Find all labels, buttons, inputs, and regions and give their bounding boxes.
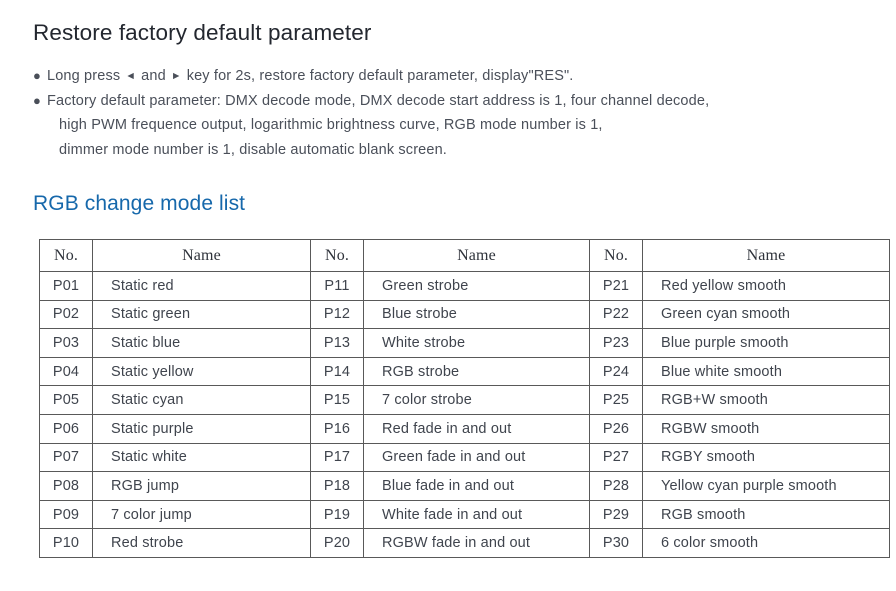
section-title-rgb-change-mode-list: RGB change mode list — [33, 192, 246, 215]
mode-name-cell: RGB smooth — [642, 499, 890, 530]
mode-number-cell: P13 — [310, 328, 364, 358]
mode-name-cell: RGBY smooth — [642, 442, 890, 473]
document-page: Restore factory default parameter ● Long … — [0, 0, 896, 591]
table-column-header: Name — [92, 239, 311, 272]
mode-number-cell: P12 — [310, 299, 364, 330]
mode-number-cell: P27 — [589, 442, 643, 473]
bullet-item: ● Factory default parameter: DMX decode m… — [33, 89, 853, 163]
mode-name-cell: Static red — [92, 271, 311, 301]
mode-number-cell: P21 — [589, 271, 643, 301]
mode-number-cell: P23 — [589, 328, 643, 358]
bullet-text-fragment: Long press — [47, 68, 125, 84]
table-row: P03 Static blue P13 White strobe P23 Blue pur… — [39, 328, 890, 358]
arrow-left-icon: ◄ — [125, 70, 136, 82]
mode-name-cell: Static cyan — [92, 385, 311, 415]
mode-number-cell: P29 — [589, 499, 643, 530]
bullet-text: Factory default parameter: DMX decode mo… — [47, 89, 853, 163]
bullet-item: ● Long press ◄ and ► key for 2s, restore … — [33, 64, 853, 89]
page-title: Restore factory default parameter — [33, 20, 372, 45]
table-column-header: Name — [642, 239, 890, 272]
mode-number-cell: P02 — [39, 299, 93, 330]
bullet-line: Factory default parameter: DMX decode mo… — [47, 92, 710, 109]
rgb-change-mode-table: No. Name No. Name No. Name P01 Static red P11 Gr… — [39, 239, 890, 558]
mode-name-cell: White strobe — [363, 328, 590, 358]
table-row: P08 RGB jump P18 Blue fade in and out P28 Yel… — [39, 471, 890, 501]
table-row: P05 Static cyan P15 7 color strobe P25 RGB+W … — [39, 385, 890, 415]
bullet-text-fragment: key for 2s, restore factory default para… — [182, 68, 574, 84]
mode-name-cell: RGB strobe — [363, 356, 590, 387]
mode-name-cell: 7 color strobe — [363, 385, 590, 415]
mode-name-cell: Static yellow — [92, 356, 311, 387]
table-column-header: No. — [589, 239, 643, 272]
mode-number-cell: P15 — [310, 385, 364, 415]
mode-number-cell: P06 — [39, 413, 93, 444]
mode-name-cell: Yellow cyan purple smooth — [642, 471, 890, 501]
mode-name-cell: Blue purple smooth — [642, 328, 890, 358]
mode-number-cell: P25 — [589, 385, 643, 415]
mode-number-cell: P09 — [39, 499, 93, 530]
mode-number-cell: P28 — [589, 471, 643, 501]
mode-number-cell: P18 — [310, 471, 364, 501]
mode-name-cell: 6 color smooth — [642, 528, 890, 558]
mode-name-cell: RGB+W smooth — [642, 385, 890, 415]
mode-number-cell: P08 — [39, 471, 93, 501]
mode-number-cell: P11 — [310, 271, 364, 301]
mode-number-cell: P07 — [39, 442, 93, 473]
mode-name-cell: Red fade in and out — [363, 413, 590, 444]
bullet-text: Long press ◄ and ► key for 2s, restore f… — [47, 64, 853, 89]
bullet-line: Long press ◄ and ► key for 2s, restore f… — [47, 64, 853, 89]
mode-name-cell: Blue white smooth — [642, 356, 890, 387]
mode-number-cell: P14 — [310, 356, 364, 387]
mode-name-cell: Green fade in and out — [363, 442, 590, 473]
mode-name-cell: Red strobe — [92, 528, 311, 558]
table-column-header: Name — [363, 239, 590, 272]
mode-name-cell: Static green — [92, 299, 311, 330]
mode-number-cell: P19 — [310, 499, 364, 530]
mode-name-cell: Blue fade in and out — [363, 471, 590, 501]
table-row: P09 7 color jump P19 White fade in and out P… — [39, 499, 890, 530]
factory-default-bullet-list: ● Long press ◄ and ► key for 2s, restore … — [33, 64, 853, 162]
mode-name-cell: Green cyan smooth — [642, 299, 890, 330]
mode-name-cell: RGBW smooth — [642, 413, 890, 444]
mode-number-cell: P05 — [39, 385, 93, 415]
mode-name-cell: RGBW fade in and out — [363, 528, 590, 558]
table-row: P02 Static green P12 Blue strobe P22 Green cy… — [39, 299, 890, 330]
mode-number-cell: P04 — [39, 356, 93, 387]
bullet-line: dimmer mode number is 1, disable automat… — [59, 141, 447, 158]
table-row: P06 Static purple P16 Red fade in and out P2… — [39, 413, 890, 444]
table-column-header: No. — [310, 239, 364, 272]
mode-number-cell: P01 — [39, 271, 93, 301]
table-body: P01 Static red P11 Green strobe P21 Red yello… — [39, 271, 890, 558]
mode-name-cell: Static white — [92, 442, 311, 473]
table-row: P04 Static yellow P14 RGB strobe P24 Blue whi… — [39, 356, 890, 387]
mode-number-cell: P22 — [589, 299, 643, 330]
mode-number-cell: P03 — [39, 328, 93, 358]
table-row: P01 Static red P11 Green strobe P21 Red yello… — [39, 271, 890, 301]
mode-name-cell: White fade in and out — [363, 499, 590, 530]
mode-name-cell: Static purple — [92, 413, 311, 444]
mode-number-cell: P20 — [310, 528, 364, 558]
bullet-text-fragment: and — [136, 68, 170, 84]
mode-name-cell: 7 color jump — [92, 499, 311, 530]
table-column-header: No. — [39, 239, 93, 272]
mode-number-cell: P24 — [589, 356, 643, 387]
mode-name-cell: Static blue — [92, 328, 311, 358]
bullet-line: high PWM frequence output, logarithmic b… — [59, 117, 603, 133]
table-row: P07 Static white P17 Green fade in and out P… — [39, 442, 890, 473]
mode-number-cell: P10 — [39, 528, 93, 558]
bullet-dot-icon: ● — [33, 68, 42, 83]
bullet-dot-icon: ● — [33, 92, 42, 108]
mode-name-cell: Blue strobe — [363, 299, 590, 330]
mode-number-cell: P26 — [589, 413, 643, 444]
table-row: P10 Red strobe P20 RGBW fade in and out P30 6… — [39, 528, 890, 558]
mode-number-cell: P16 — [310, 413, 364, 444]
arrow-right-icon: ► — [170, 70, 182, 82]
table-header: No. Name No. Name No. Name — [39, 239, 890, 272]
mode-number-cell: P17 — [310, 442, 364, 473]
table-header-row: No. Name No. Name No. Name — [39, 239, 890, 272]
mode-name-cell: Green strobe — [363, 271, 590, 301]
mode-number-cell: P30 — [589, 528, 643, 558]
mode-name-cell: RGB jump — [92, 471, 311, 501]
mode-name-cell: Red yellow smooth — [642, 271, 890, 301]
